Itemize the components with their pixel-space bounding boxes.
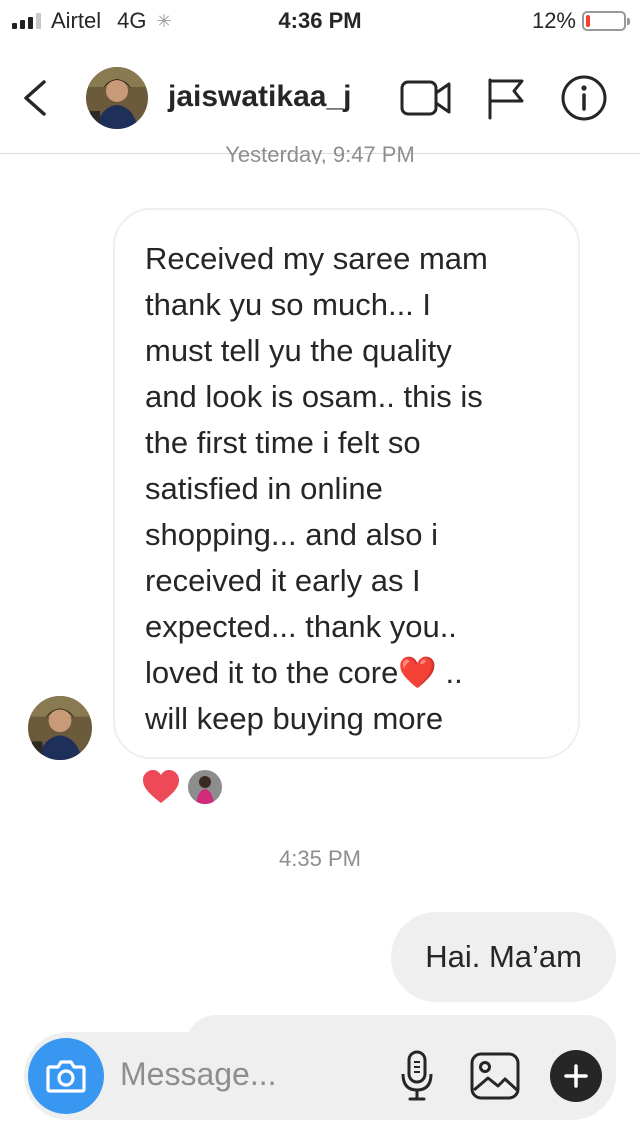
microphone-icon[interactable] (400, 1050, 434, 1102)
back-chevron-icon[interactable] (20, 80, 50, 116)
message-text-line: received it early as I (145, 563, 421, 598)
message-text-line: the first time i felt so (145, 425, 421, 460)
camera-button[interactable] (28, 1038, 104, 1114)
message-text-line: satisfied in online (145, 471, 383, 506)
camera-icon (46, 1060, 86, 1093)
message-text-line: expected... thank you.. (145, 609, 457, 644)
heart-reaction-icon (143, 770, 179, 803)
battery-icon (582, 11, 630, 31)
sender-avatar[interactable] (28, 696, 92, 760)
message-input[interactable]: Message... (120, 1056, 277, 1093)
gallery-icon[interactable] (470, 1052, 520, 1100)
message-text-line: must tell yu the quality (145, 333, 452, 368)
conversation-username[interactable]: jaiswatikaa_j (168, 80, 351, 114)
message-text-line: loved it to the core❤️ .. (145, 655, 463, 690)
info-icon[interactable] (560, 74, 608, 122)
plus-icon (564, 1064, 588, 1088)
message-text-line: Received my saree mam (145, 241, 488, 276)
status-bar: Airtel 4G ✳ 4:36 PM 12% (0, 0, 640, 40)
message-text-line: shopping... and also i (145, 517, 438, 552)
message-timestamp: Yesterday, 9:47 PM (225, 142, 415, 164)
message-text-line: thank yu so much... I (145, 287, 432, 322)
outgoing-message-bubble[interactable]: Hai. Ma’am (391, 912, 616, 1002)
message-text-line: will keep buying more (145, 701, 444, 736)
chat-header: jaiswatikaa_j (0, 40, 640, 154)
message-composer[interactable]: Message... (24, 1032, 616, 1120)
message-reactions[interactable] (142, 768, 224, 806)
incoming-message-bubble[interactable]: Received my saree mam thank yu so much...… (113, 208, 580, 759)
video-call-icon[interactable] (400, 78, 452, 118)
battery-percent: 12% (531, 8, 576, 33)
message-text-line: and look is osam.. this is (145, 379, 483, 414)
reactor-avatar (186, 768, 224, 806)
flag-icon[interactable] (484, 76, 528, 120)
message-timestamp: 4:35 PM (279, 846, 361, 871)
avatar[interactable] (86, 67, 148, 129)
plus-button[interactable] (550, 1050, 602, 1102)
